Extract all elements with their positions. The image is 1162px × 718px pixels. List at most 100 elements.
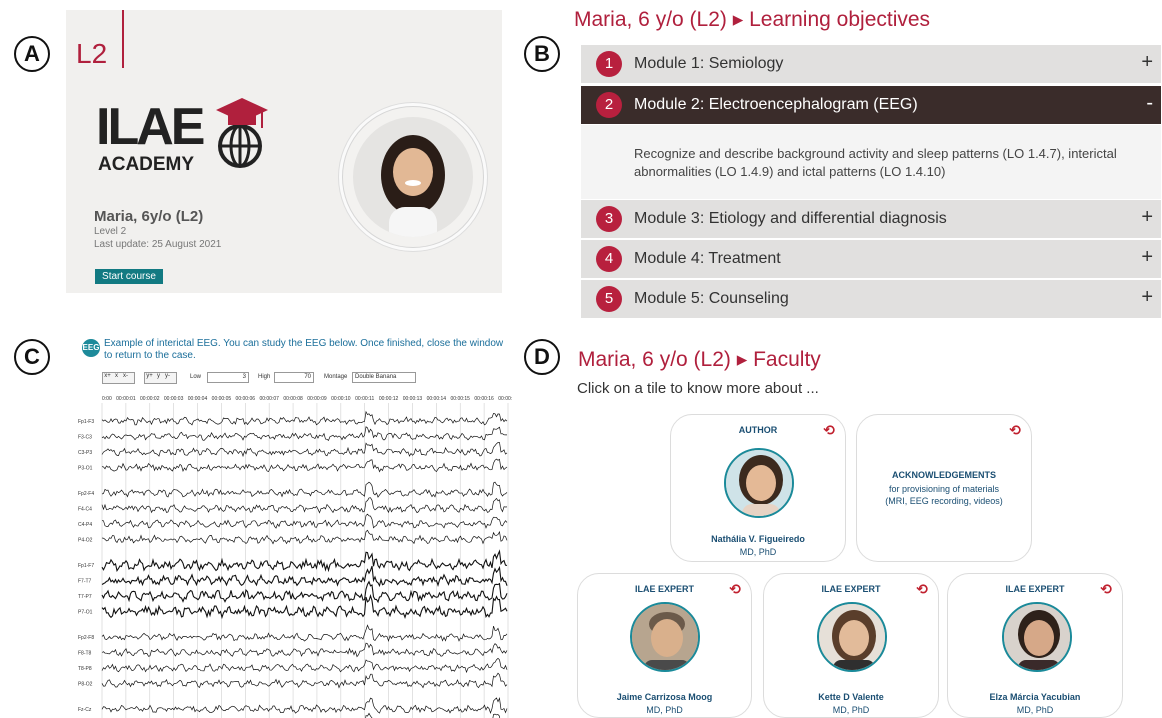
eeg-trace-c3-p3 [101,442,508,458]
x-zoom-in-button[interactable]: x+ [103,373,112,383]
channel-label: F7-T7 [78,579,92,585]
time-tick-label: 00:00:09 [307,396,327,402]
eeg-trace-f8-t8 [101,642,508,658]
eeg-trace-t7-p7 [101,580,508,604]
channel-label: C3-P3 [78,450,92,456]
high-filter-input[interactable]: 70 [274,372,314,383]
author-tile[interactable]: AUTHOR ⟲ Nathália V. Figueiredo MD, PhD [670,414,846,562]
time-tick-label: 00:00:02 [140,396,160,402]
montage-select[interactable]: Double Banana [352,372,416,383]
logo-academy: ACADEMY [98,154,194,175]
eeg-trace-p3-o1 [101,458,508,473]
level-badge: L2 [76,38,108,69]
eeg-trace-f7-t7 [101,565,508,588]
start-course-button[interactable]: Start course [95,269,163,284]
low-filter-input[interactable]: 3 [207,372,249,383]
eeg-trace-fp2-f8 [101,624,508,643]
low-filter-label: Low [190,374,202,380]
globe-icon [218,124,262,168]
patient-portrait-frame [342,106,484,248]
channel-label: C4-P4 [78,522,92,528]
module-label: Module 1: Semiology [634,55,784,72]
time-tick-label: 00:00:08 [283,396,303,402]
panel-label-a: A [14,36,50,72]
channel-label: T7-P7 [78,594,92,600]
tile-role: ILAE EXPERT [1005,584,1065,594]
eeg-instruction: Example of interictal EEG. You can study… [104,338,504,361]
time-tick-label: 00:00:12 [379,396,399,402]
module-number: 1 [596,51,622,77]
tile-role: ILAE EXPERT [821,584,881,594]
eeg-trace-f3-c3 [101,426,507,441]
faculty-subtitle: Click on a tile to know more about ... [577,380,819,397]
module-number: 2 [596,92,622,118]
panel-label-c: C [14,339,50,375]
eeg-trace-p8-o2 [101,672,508,689]
flip-icon[interactable]: ⟲ [916,582,928,598]
graduation-cap-icon [216,98,268,128]
y-reset-button[interactable]: y [154,373,163,383]
module-row-4[interactable]: 4 Module 4: Treatment + [581,240,1161,278]
time-tick-label: 00:00:13 [403,396,423,402]
eeg-trace-fp2-f4 [101,481,508,498]
time-tick-label: 00:00:10 [331,396,351,402]
tile-role: AUTHOR [738,425,778,435]
flip-icon[interactable]: ⟲ [1100,582,1112,598]
flip-icon[interactable]: ⟲ [1009,423,1021,439]
module-objective-text: Recognize and describe background activi… [634,146,1117,179]
logo-wordmark: ILAE [96,98,204,156]
time-tick-label: 00:00:11 [355,396,374,402]
channel-label: P4-O2 [78,538,93,544]
expand-icon[interactable]: + [1141,246,1153,269]
acknowledgements-line-1: for provisioning of materials [888,484,1000,494]
y-zoom-in-button[interactable]: y+ [145,373,154,383]
tile-role: ILAE EXPERT [634,584,694,594]
flip-icon[interactable]: ⟲ [823,423,835,439]
acknowledgements-tile[interactable]: ⟲ ACKNOWLEDGEMENTS for provisioning of m… [856,414,1032,562]
channel-label: Fp2-F8 [78,635,94,641]
module-number: 3 [596,206,622,232]
y-zoom-out-button[interactable]: y- [163,373,172,383]
channel-label: Fp1-F3 [78,419,94,425]
channel-label: F8-T8 [78,651,92,657]
acknowledgements-text: for provisioning of materials (MRI, EEG … [857,483,1031,507]
expand-icon[interactable]: + [1141,206,1153,229]
channel-label: F3-C3 [78,435,92,441]
expert-name: Jaime Carrizosa Moog [616,692,713,702]
collapse-icon[interactable]: - [1146,92,1153,115]
last-update: Last update: 25 August 2021 [94,239,222,250]
expand-icon[interactable]: + [1141,286,1153,309]
channel-label: P3-O1 [78,466,93,472]
expert-credentials: MD, PhD [1016,705,1054,715]
module-label: Module 2: Electroencephalogram (EEG) [634,96,918,113]
module-row-3[interactable]: 3 Module 3: Etiology and differential di… [581,200,1161,238]
expand-icon[interactable]: + [1141,51,1153,74]
expert-tile-1[interactable]: ILAE EXPERT ⟲ Jaime Carrizosa Moog MD, P… [577,573,752,718]
time-tick-label: 00:00:03 [164,396,184,402]
expert-name: Elza Márcia Yacubian [989,692,1081,702]
objectives-title: Maria, 6 y/o (L2) ▸ Learning objectives [574,8,931,31]
level-divider [122,10,124,68]
expert-tile-2[interactable]: ILAE EXPERT ⟲ Kette D Valente MD, PhD [763,573,939,718]
channel-label: P7-O1 [78,610,93,616]
module-row-1[interactable]: 1 Module 1: Semiology + [581,45,1161,83]
x-reset-button[interactable]: x [112,373,121,383]
channel-label: F4-C4 [78,507,92,513]
eeg-trace-fz-cz [101,697,508,714]
flip-icon[interactable]: ⟲ [729,582,741,598]
expert-photo [630,602,700,672]
author-name: Nathália V. Figueiredo [711,534,805,544]
author-photo [724,448,794,518]
ilae-academy-logo: ILAE ACADEMY [96,98,268,175]
eeg-traces[interactable]: 0:00 00:00:01 00:00:02 00:00:03 00:00:04 00:0… [76,391,512,718]
time-tick-label: 00:00:07 [259,396,279,402]
expert-tile-3[interactable]: ILAE EXPERT ⟲ Elza Márcia Yacubian MD, P… [947,573,1123,718]
module-row-2[interactable]: 2 Module 2: Electroencephalogram (EEG) - [581,86,1161,124]
module-label: Module 5: Counseling [634,290,789,307]
expert-credentials: MD, PhD [832,705,870,715]
eeg-trace-p4-o2 [101,529,508,545]
module-label: Module 3: Etiology and differential diag… [634,210,947,227]
module-2-content: Recognize and describe background activi… [581,125,1161,199]
x-zoom-out-button[interactable]: x- [121,373,130,383]
module-row-5[interactable]: 5 Module 5: Counseling + [581,280,1161,318]
